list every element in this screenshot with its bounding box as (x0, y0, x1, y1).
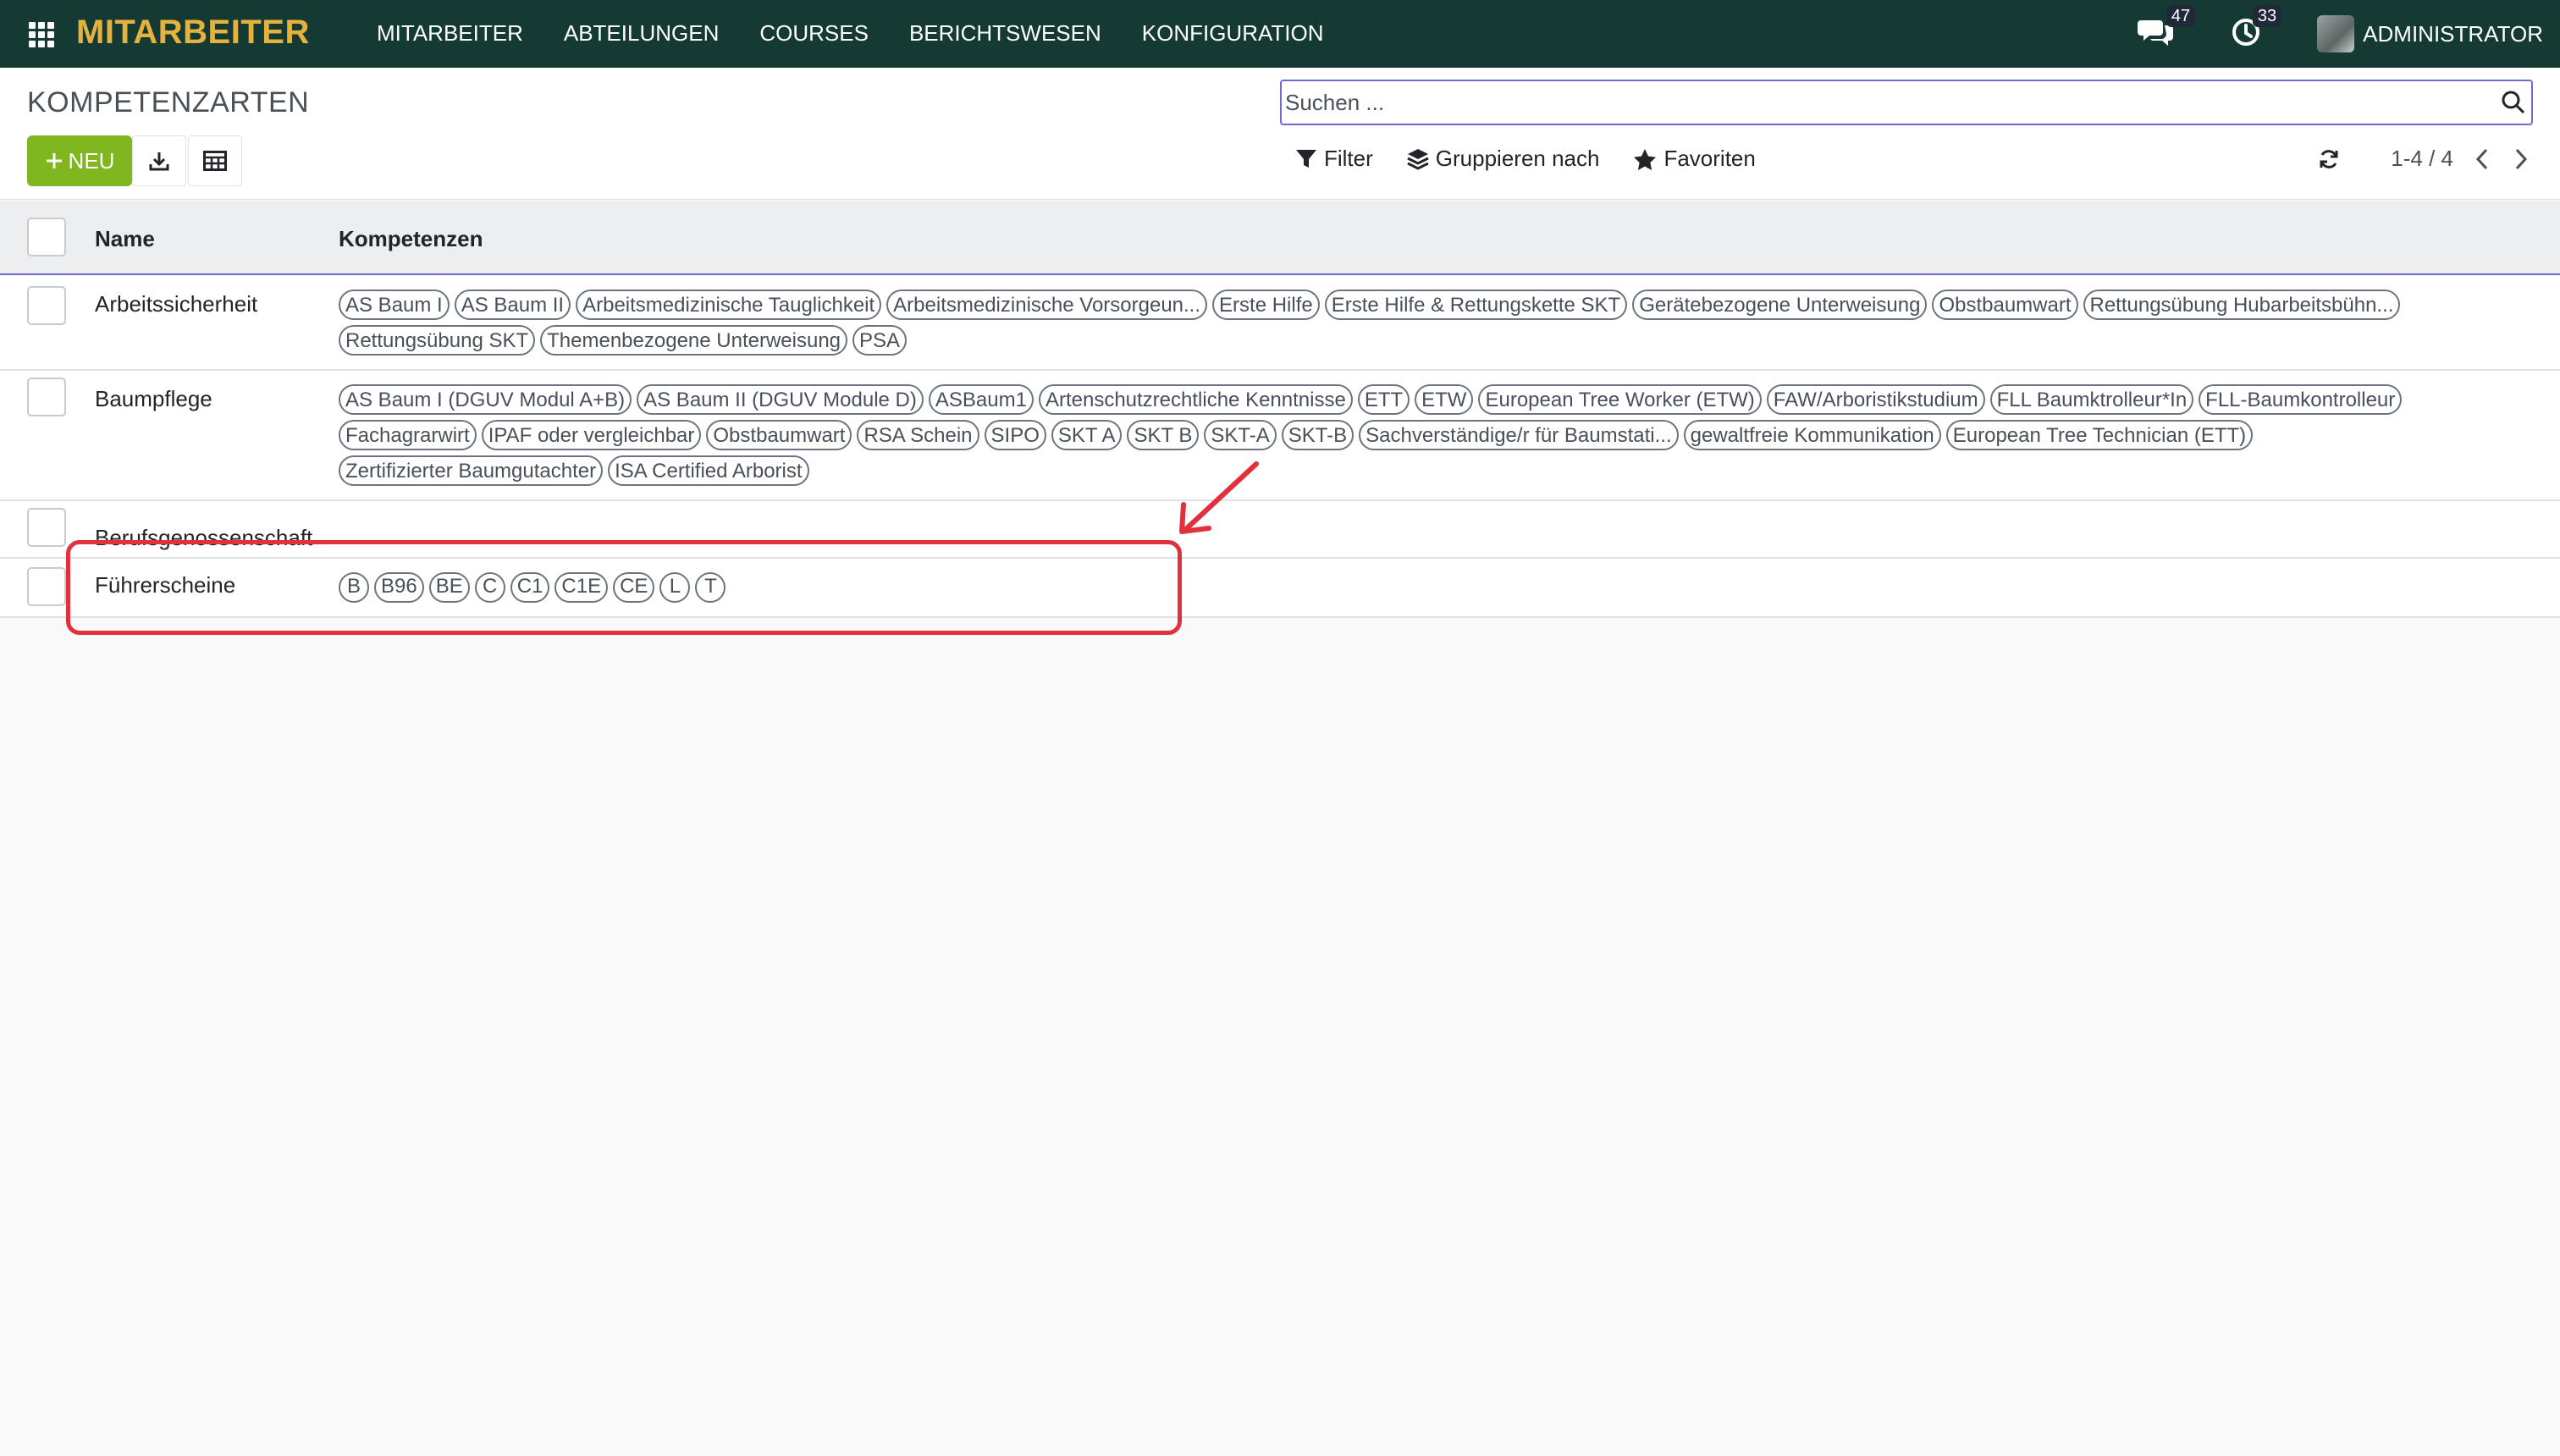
skill-tag: SKT-A (1204, 420, 1277, 450)
skill-tag: AS Baum II (454, 290, 571, 320)
skill-tag: AS Baum I (DGUV Modul A+B) (339, 384, 632, 415)
row-name: Arbeitssicherheit (95, 291, 258, 317)
table-row[interactable]: Baumpflege AS Baum I (DGUV Modul A+B) AS… (0, 371, 2560, 501)
list-header: Name Kompetenzen (0, 201, 2560, 275)
skill-tag: Zertifizierter Baumgutachter (339, 455, 604, 486)
menu-item-courses[interactable]: COURSES (759, 20, 869, 47)
top-navbar: MITARBEITER MITARBEITER ABTEILUNGEN COUR… (0, 0, 2560, 68)
skills-tag-list: AS Baum I (DGUV Modul A+B) AS Baum II (D… (339, 384, 2506, 491)
favorites-button[interactable]: Favoriten (1633, 146, 1756, 172)
skill-tag: European Tree Technician (ETT) (1945, 420, 2254, 450)
navbar-systray: 47 33 ADMINISTRATOR (2138, 0, 2543, 68)
skill-tag: Themenbezogene Unterweisung (540, 325, 848, 356)
user-menu[interactable]: ADMINISTRATOR (2317, 15, 2543, 52)
skill-tag: Rettungsübung SKT (339, 325, 536, 356)
skill-tag: Artenschutzrechtliche Kenntnisse (1038, 384, 1353, 415)
activities-count-badge: 33 (2252, 4, 2282, 27)
star-icon (1634, 148, 1657, 170)
group-by-label: Gruppieren nach (1435, 146, 1600, 171)
skill-tag: Arbeitsmedizinische Vorsorgeun... (886, 290, 1208, 320)
menu-item-abteilungen[interactable]: ABTEILUNGEN (564, 20, 720, 47)
annotation-arrow-icon (1179, 461, 1259, 534)
skills-tag-list: AS Baum I AS Baum II Arbeitsmedizinische… (339, 290, 2506, 361)
plus-icon (46, 153, 62, 168)
group-by-button[interactable]: Gruppieren nach (1407, 146, 1600, 172)
app-brand[interactable]: MITARBEITER (76, 14, 310, 52)
search-options: Filter Gruppieren nach Favoriten (1295, 146, 1790, 172)
skill-tag: FAW/Arboristikstudium (1766, 384, 1985, 415)
skill-tag: RSA Schein (857, 420, 979, 450)
skill-tag: Arbeitsmedizinische Tauglichkeit (576, 290, 882, 320)
layers-icon (1407, 148, 1429, 170)
select-all-checkbox[interactable] (27, 218, 66, 256)
skill-tag: Fachagrarwirt (339, 420, 477, 450)
chevron-left-icon[interactable] (2474, 147, 2491, 171)
funnel-icon (1296, 149, 1316, 168)
skill-tag: AS Baum II (DGUV Module D) (637, 384, 924, 415)
skill-tag: AS Baum I (339, 290, 450, 320)
search-input[interactable] (1285, 85, 2470, 120)
favorites-label: Favoriten (1663, 146, 1756, 171)
filter-button[interactable]: Filter (1295, 146, 1373, 172)
skill-tag: IPAF oder vergleichbar (481, 420, 702, 450)
annotation-highlight-box (66, 540, 1182, 635)
menu-item-berichtswesen[interactable]: BERICHTSWESEN (909, 20, 1101, 47)
menu-item-konfiguration[interactable]: KONFIGURATION (1142, 20, 1324, 47)
pager-value[interactable]: 1-4 / 4 (2391, 146, 2453, 172)
skill-tag: ETW (1415, 384, 1474, 415)
row-checkbox[interactable] (27, 508, 66, 547)
column-header-skills[interactable]: Kompetenzen (339, 226, 483, 252)
skill-tag: Erste Hilfe & Rettungskette SKT (1324, 290, 1628, 320)
skill-tag: gewaltfreie Kommunikation (1683, 420, 1941, 450)
row-checkbox[interactable] (27, 286, 66, 325)
skill-tag: ASBaum1 (928, 384, 1034, 415)
skill-tag: ETT (1357, 384, 1410, 415)
skill-tag: Obstbaumwart (706, 420, 852, 450)
table-row[interactable]: Arbeitssicherheit AS Baum I AS Baum II A… (0, 276, 2560, 371)
pager: 1-4 / 4 (2318, 146, 2530, 172)
row-checkbox[interactable] (27, 567, 66, 606)
table-icon (203, 151, 227, 171)
user-name: ADMINISTRATOR (2363, 20, 2543, 47)
filter-label: Filter (1324, 146, 1373, 171)
skill-tag: SIPO (984, 420, 1046, 450)
skill-tag: SKT-B (1281, 420, 1354, 450)
page-title: KOMPETENZARTEN (27, 86, 310, 119)
chevron-right-icon[interactable] (2513, 147, 2530, 171)
search-bar (1280, 80, 2533, 125)
avatar (2317, 15, 2355, 52)
download-button[interactable] (132, 135, 186, 186)
spreadsheet-button[interactable] (188, 135, 242, 186)
menu-item-mitarbeiter[interactable]: MITARBEITER (377, 20, 523, 47)
skill-tag: SKT B (1127, 420, 1200, 450)
new-button-label: NEU (68, 147, 115, 174)
control-panel: KOMPETENZARTEN NEU Filter (0, 68, 2560, 200)
download-icon (149, 152, 169, 171)
row-name: Baumpflege (95, 386, 212, 411)
main-menu: MITARBEITER ABTEILUNGEN COURSES BERICHTS… (377, 20, 1365, 47)
search-icon[interactable] (2501, 90, 2526, 115)
skill-tag: European Tree Worker (ETW) (1478, 384, 1762, 415)
skill-tag: Sachverständige/r für Baumstati... (1359, 420, 1679, 450)
skill-tag: Rettungsübung Hubarbeitsbühn... (2083, 290, 2401, 320)
new-button[interactable]: NEU (27, 135, 132, 186)
app-menu-icon[interactable] (29, 22, 54, 47)
skill-tag: ISA Certified Arborist (608, 455, 809, 486)
skill-tag: FLL-Baumkontrolleur (2199, 384, 2403, 415)
skill-tag: FLL Baumktrolleur*In (1989, 384, 2194, 415)
messages-count-badge: 47 (2166, 4, 2196, 27)
refresh-icon[interactable] (2318, 148, 2340, 170)
row-checkbox[interactable] (27, 378, 66, 416)
messages-button[interactable]: 47 (2138, 4, 2196, 52)
skill-tag: PSA (852, 325, 908, 356)
activities-button[interactable]: 33 (2231, 4, 2282, 52)
column-header-name[interactable]: Name (95, 226, 155, 252)
skill-tag: SKT A (1051, 420, 1123, 450)
skill-tag: Gerätebezogene Unterweisung (1632, 290, 1928, 320)
skill-tag: Erste Hilfe (1212, 290, 1320, 320)
skill-tag: Obstbaumwart (1932, 290, 2078, 320)
